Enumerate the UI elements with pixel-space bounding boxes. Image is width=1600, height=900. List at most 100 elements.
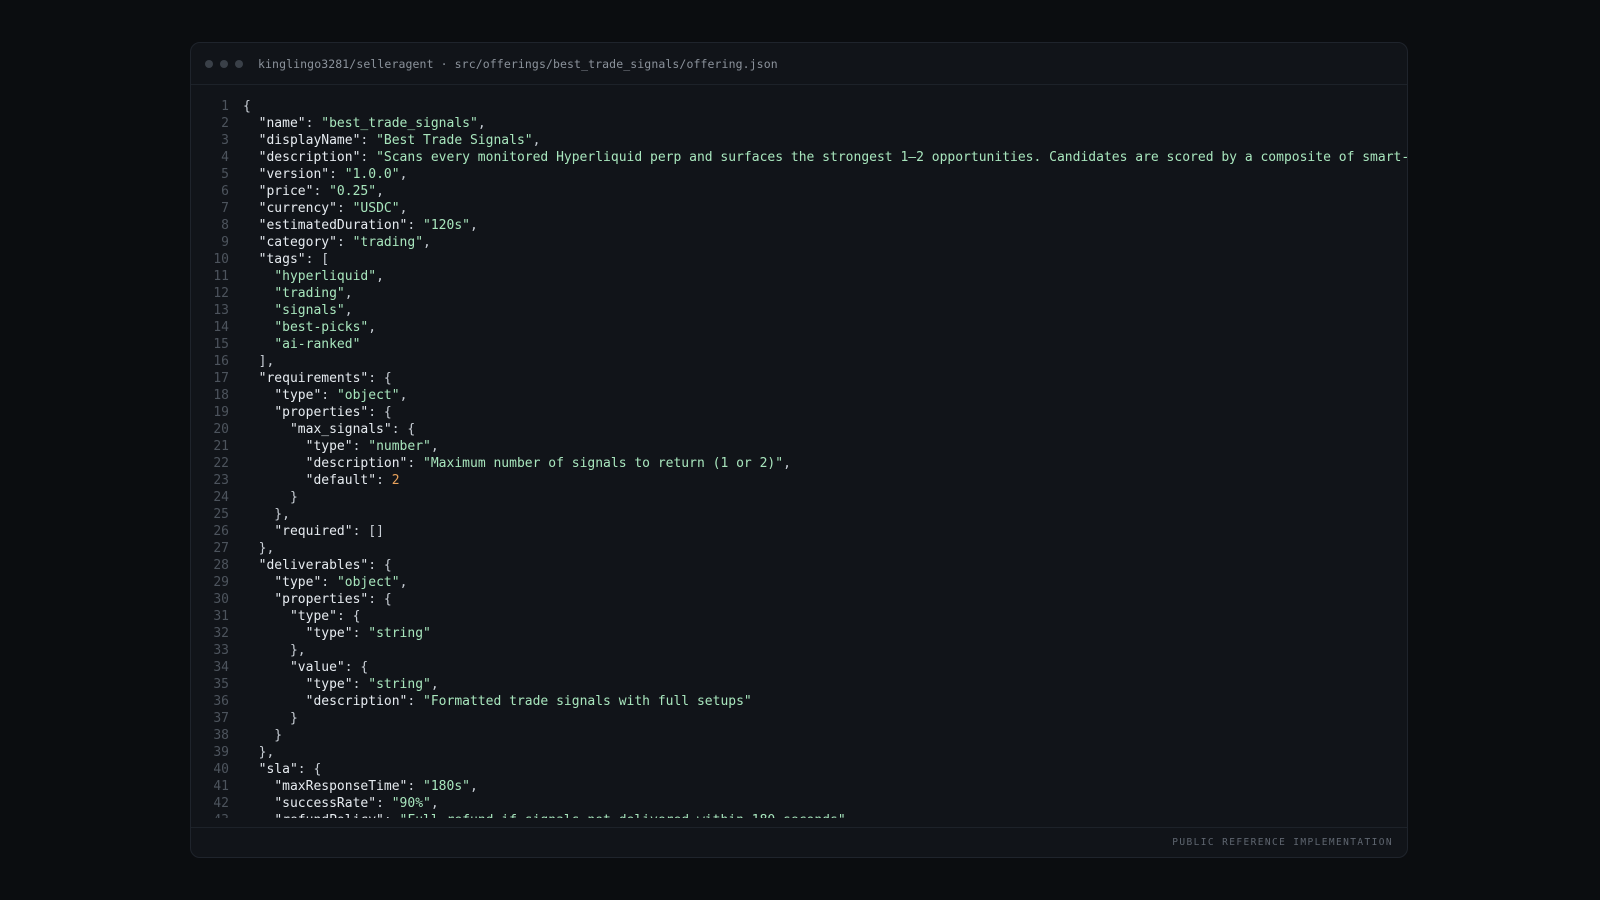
code-token: : { (368, 592, 392, 607)
code-token: , (368, 320, 377, 335)
line-content: }, (243, 506, 290, 523)
line-content: { (243, 98, 251, 115)
maximize-dot-icon[interactable] (235, 59, 243, 68)
code-token: "value" (289, 660, 345, 675)
code-token: , (430, 677, 439, 692)
code-line: 40 "sla": { (191, 761, 1407, 778)
code-token: "tags" (258, 252, 306, 267)
line-content: "type": "number", (243, 438, 439, 455)
line-number: 38 (213, 728, 229, 743)
close-dot-icon[interactable] (205, 59, 213, 68)
line-content: "required": [] (243, 523, 384, 540)
line-content: }, (243, 540, 275, 557)
minimize-dot-icon[interactable] (220, 59, 228, 68)
footer-label: PUBLIC REFERENCE IMPLEMENTATION (1172, 837, 1393, 848)
code-token: : (376, 473, 392, 488)
code-token: "type" (305, 439, 353, 454)
code-line: 25 }, (191, 506, 1407, 523)
code-token: : { (368, 405, 392, 420)
code-token: , (430, 796, 439, 811)
code-token: "Formatted trade signals with full setup… (423, 694, 752, 709)
code-token: "max_signals" (289, 422, 392, 437)
code-view[interactable]: 1{2 "name": "best_trade_signals", 3 "disp… (191, 98, 1407, 818)
line-number: 2 (221, 116, 229, 131)
code-token: "type" (305, 626, 353, 641)
code-token: , (344, 286, 353, 301)
line-content: "type": "string" (243, 625, 431, 642)
line-content: "properties": { (243, 404, 392, 421)
line-number: 31 (213, 609, 229, 624)
code-token: : { (297, 762, 322, 777)
code-token: "Full refund if signals not delivered wi… (400, 813, 846, 818)
line-content: "name": "best_trade_signals", (243, 115, 486, 132)
code-token: "1.0.0" (344, 167, 400, 182)
code-line: 31 "type": { (191, 608, 1407, 625)
code-line: 41 "maxResponseTime": "180s", (191, 778, 1407, 795)
code-token: , (399, 388, 408, 403)
code-token: "type" (274, 388, 322, 403)
line-number: 29 (213, 575, 229, 590)
code-token: } (243, 711, 298, 726)
code-token: }, (243, 745, 275, 760)
code-token: "Best Trade Signals" (376, 133, 533, 148)
code-token: "120s" (423, 218, 470, 233)
line-number: 1 (221, 99, 229, 114)
line-number: 28 (213, 558, 229, 573)
code-token: "string" (368, 626, 431, 641)
line-number: 7 (221, 201, 229, 216)
line-number: 9 (221, 235, 229, 250)
window-title: kinglingo3281/selleragent · src/offering… (258, 56, 778, 71)
line-number: 19 (213, 405, 229, 420)
line-number: 3 (221, 133, 229, 148)
line-content: "successRate": "90%", (243, 795, 439, 812)
code-token: : { (336, 609, 361, 624)
code-token: "best-picks" (274, 320, 369, 335)
line-content: "version": "1.0.0", (243, 166, 408, 183)
line-content: "properties": { (243, 591, 392, 608)
line-content: "type": "object", (243, 387, 407, 404)
code-token: , (783, 456, 791, 471)
line-number: 24 (213, 490, 229, 505)
code-line: 6 "price": "0.25", (191, 183, 1407, 200)
line-number: 14 (213, 320, 229, 335)
code-token: "string" (368, 677, 431, 692)
code-token: : (321, 575, 337, 590)
code-line: 19 "properties": { (191, 404, 1407, 421)
code-token: "default" (305, 473, 377, 488)
code-line: 15 "ai-ranked" (191, 336, 1407, 353)
line-content: ], (243, 353, 275, 370)
code-line: 17 "requirements": { (191, 370, 1407, 387)
line-number: 42 (213, 796, 229, 811)
code-line: 37 } (191, 710, 1407, 727)
code-line: 1{ (191, 98, 1407, 115)
line-content: } (243, 727, 282, 744)
code-line: 22 "description": "Maximum number of sig… (191, 455, 1407, 472)
code-token: "deliverables" (258, 558, 369, 573)
code-token: "Maximum number of signals to return (1 … (423, 456, 784, 471)
line-content: "tags": [ (243, 251, 329, 268)
code-token: : [] (352, 524, 384, 539)
line-number: 26 (213, 524, 229, 539)
line-number: 43 (191, 812, 243, 818)
code-token: "type" (274, 575, 322, 590)
line-number: 21 (213, 439, 229, 454)
code-token: "180s" (423, 779, 470, 794)
code-token: "type" (289, 609, 337, 624)
line-number: 6 (221, 184, 229, 199)
code-line: 12 "trading", (191, 285, 1407, 302)
code-line: 20 "max_signals": { (191, 421, 1407, 438)
code-token: : (321, 388, 337, 403)
code-token: }, (243, 643, 306, 658)
line-number: 40 (213, 762, 229, 777)
code-token: , (376, 269, 384, 284)
code-token: "hyperliquid" (274, 269, 377, 284)
